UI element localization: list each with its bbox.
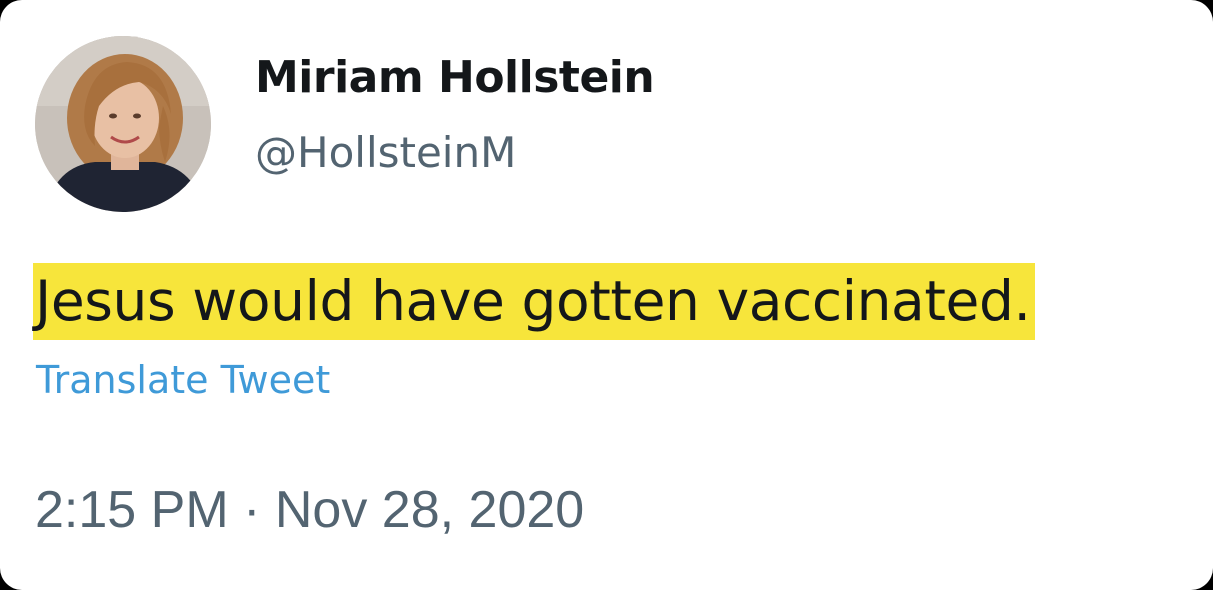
profile-photo-icon (35, 36, 211, 212)
tweet-card: Miriam Hollstein @HollsteinM Jesus would… (0, 0, 1213, 590)
translate-tweet-link[interactable]: Translate Tweet (36, 358, 330, 402)
author-handle[interactable]: @HollsteinM (255, 128, 516, 177)
author-display-name[interactable]: Miriam Hollstein (255, 52, 655, 103)
tweet-text: Jesus would have gotten vaccinated. (33, 263, 1035, 340)
tweet-timestamp[interactable]: 2:15 PM · Nov 28, 2020 (35, 480, 584, 540)
author-avatar[interactable] (35, 36, 211, 212)
